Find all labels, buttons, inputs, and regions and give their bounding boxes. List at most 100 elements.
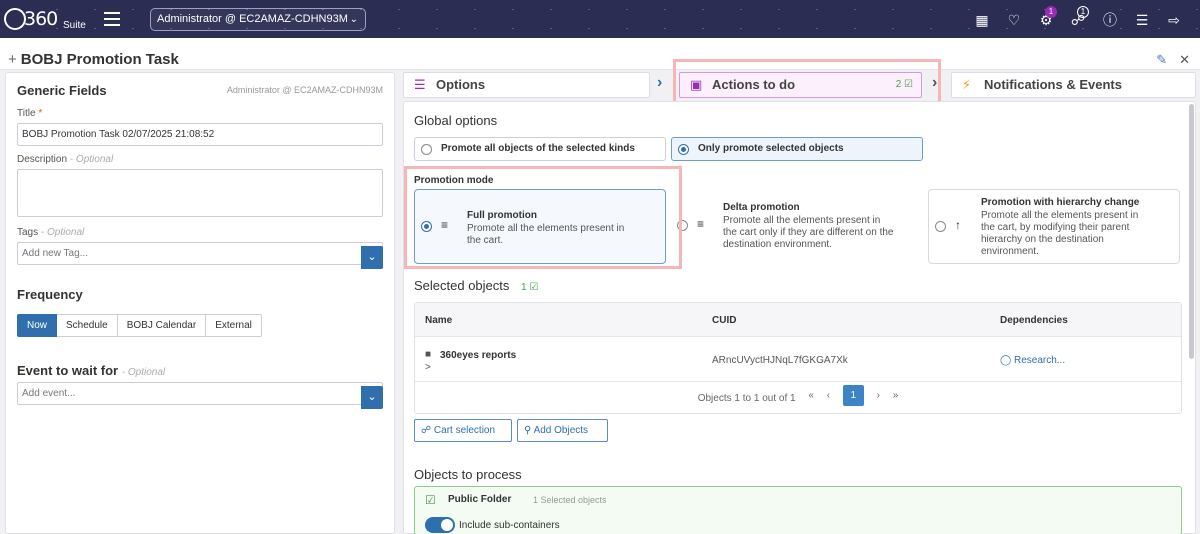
frequency-selector: Now Schedule BOBJ Calendar External <box>17 314 383 337</box>
notification-badge: 1 <box>1045 6 1057 18</box>
page-title: + BOBJ Promotion Task <box>8 51 179 68</box>
tags-label: Tags - Optional <box>17 227 85 238</box>
radio-all-kinds[interactable] <box>421 144 432 155</box>
description-label: Description - Optional <box>17 154 114 165</box>
actions-panel: Global options Promote all objects of th… <box>403 101 1196 534</box>
logo-text: 360 <box>24 8 58 30</box>
selected-count: 1 Selected objects <box>533 495 607 505</box>
hierarchy-promotion-desc-3: hierarchy on the destination <box>981 234 1104 245</box>
settings-icon[interactable]: ☰ <box>1126 10 1158 30</box>
frequency-heading: Frequency <box>17 287 83 302</box>
top-bar: 360 Suite Administrator @ EC2AMAZ-CDHN93… <box>0 0 1200 38</box>
tags-input[interactable]: Add new Tag... <box>17 242 383 265</box>
radio-selected-only[interactable] <box>678 144 689 155</box>
public-folder-card: ☑ Public Folder 1 Selected objects Inclu… <box>414 486 1182 534</box>
promote-all-kinds-option[interactable]: Promote all objects of the selected kind… <box>414 137 666 161</box>
delta-promotion-title: Delta promotion <box>723 202 800 213</box>
event-dropdown-button[interactable]: ⌄ <box>361 386 383 409</box>
add-objects-button[interactable]: ⚲ Add Objects <box>517 419 608 442</box>
global-options-heading: Global options <box>414 113 498 128</box>
selected-objects-count: 1 ☑ <box>521 282 539 293</box>
col-dependencies[interactable]: Dependencies <box>1000 315 1068 326</box>
tags-field: Add new Tag... ⌄ <box>17 242 383 269</box>
event-field: Add event... ⌄ <box>17 382 383 409</box>
environment-select[interactable]: Administrator @ EC2AMAZ-CDHN93M ⌄ <box>150 8 366 31</box>
info-icon[interactable]: ⓘ <box>1094 10 1126 30</box>
description-input[interactable] <box>17 169 383 217</box>
last-page-button[interactable]: » <box>893 390 899 401</box>
col-cuid[interactable]: CUID <box>712 315 736 326</box>
full-promotion-title: Full promotion <box>467 210 537 221</box>
search-icon: ⚲ <box>524 425 532 436</box>
page-1-button[interactable]: 1 <box>842 385 864 406</box>
list-icon: ≡ <box>697 217 705 231</box>
tab-actions-to-do[interactable]: ▣ Actions to do 2 ☑ <box>679 72 922 98</box>
app-logo[interactable]: 360 Suite <box>4 6 94 34</box>
cart-badge: 1 <box>1077 6 1089 18</box>
frequency-bobj-calendar[interactable]: BOBJ Calendar <box>117 314 207 337</box>
promotion-mode-label: Promotion mode <box>414 175 494 186</box>
chevron-down-icon: ⌄ <box>349 14 358 25</box>
table-row[interactable]: ■ 360eyes reports > ARncUVyctHJNqL7fGKGA… <box>415 337 1181 382</box>
list-check-icon: ≡ <box>441 218 449 232</box>
delta-promotion-desc-3: destination environment. <box>723 239 832 250</box>
hierarchy-promotion-desc-2: the cart, by modifying their parent <box>981 222 1130 233</box>
hierarchy-promotion-title: Promotion with hierarchy change <box>981 197 1140 208</box>
plus-icon[interactable]: + <box>8 51 17 68</box>
hierarchy-icon: ↑ <box>955 218 961 232</box>
wizard-tabs: ☰ Options › ▣ Actions to do 2 ☑ › ⚡ Noti… <box>403 72 1196 98</box>
calendar-icon[interactable]: ▦ <box>966 10 998 30</box>
pager-text: Objects 1 to 1 out of 1 <box>697 393 796 404</box>
prev-page-button[interactable]: ‹ <box>827 390 830 401</box>
full-promotion-desc-1: Promote all the elements present in <box>467 223 625 234</box>
full-promotion-card[interactable]: ≡ Full promotion Promote all the element… <box>414 189 666 264</box>
radio-full-promotion[interactable] <box>421 221 432 232</box>
heart-icon[interactable]: ♡ <box>998 10 1030 30</box>
environment-label: Administrator @ EC2AMAZ-CDHN93M <box>157 13 348 25</box>
logo-sub: Suite <box>63 20 86 31</box>
scrollbar[interactable] <box>1189 104 1194 359</box>
tab-notifications-events[interactable]: ⚡ Notifications & Events <box>951 72 1196 98</box>
row-expand[interactable]: > <box>425 362 431 373</box>
hierarchy-promotion-desc-1: Promote all the elements present in <box>981 210 1139 221</box>
frequency-now[interactable]: Now <box>17 314 58 337</box>
frequency-schedule[interactable]: Schedule <box>57 314 118 337</box>
folder-icon: ■ <box>425 349 432 360</box>
radio-delta-promotion[interactable] <box>677 220 688 231</box>
chevron-right-icon: › <box>657 74 663 91</box>
radio-hierarchy-promotion[interactable] <box>935 221 946 232</box>
event-input[interactable]: Add event... <box>17 382 383 405</box>
header-actions: ✎ ✕ <box>1156 52 1190 68</box>
lightning-icon: ⚡ <box>962 77 972 92</box>
objects-to-process-heading: Objects to process <box>414 467 522 482</box>
chevron-right-icon: › <box>932 74 938 91</box>
include-sub-toggle[interactable] <box>425 517 455 533</box>
logout-icon[interactable]: ⇨ <box>1158 10 1190 30</box>
close-icon[interactable]: ✕ <box>1179 52 1190 68</box>
cart-icon[interactable]: ☍ 1 <box>1062 6 1094 30</box>
options-icon: ☰ <box>414 77 426 92</box>
first-page-button[interactable]: « <box>808 390 814 401</box>
pagination: Objects 1 to 1 out of 1 « ‹ 1 › » <box>415 385 1181 411</box>
menu-icon[interactable] <box>104 12 120 26</box>
page-header: + BOBJ Promotion Task ✎ ✕ <box>0 38 1200 70</box>
col-name[interactable]: Name <box>425 315 452 326</box>
edit-icon[interactable]: ✎ <box>1156 52 1167 68</box>
delta-promotion-card[interactable]: ≡ Delta promotion Promote all the elemen… <box>671 189 923 264</box>
delta-promotion-desc-2: the cart only if they are different on t… <box>723 227 894 238</box>
row-dependencies[interactable]: ◯ Research... <box>1000 355 1065 366</box>
generic-fields-panel: Generic Fields Administrator @ EC2AMAZ-C… <box>5 72 395 534</box>
bell-icon[interactable]: ⚙ 1 <box>1030 6 1062 30</box>
promote-selected-only-option[interactable]: Only promote selected objects <box>671 137 923 161</box>
hierarchy-promotion-card[interactable]: ↑ Promotion with hierarchy change Promot… <box>928 189 1180 264</box>
title-input[interactable]: BOBJ Promotion Task 02/07/2025 21:08:52 <box>17 123 383 146</box>
tab-options[interactable]: ☰ Options <box>403 72 650 98</box>
hierarchy-promotion-desc-4: environment. <box>981 246 1039 257</box>
tags-dropdown-button[interactable]: ⌄ <box>361 246 383 269</box>
event-heading: Event to wait for - Optional <box>17 363 166 378</box>
cart-selection-button[interactable]: ☍ Cart selection <box>414 419 512 442</box>
frequency-external[interactable]: External <box>206 314 262 337</box>
cart-icon: ☍ <box>421 425 432 436</box>
selected-objects-table: Name CUID Dependencies ■ 360eyes reports… <box>414 302 1182 414</box>
next-page-button[interactable]: › <box>877 390 880 401</box>
